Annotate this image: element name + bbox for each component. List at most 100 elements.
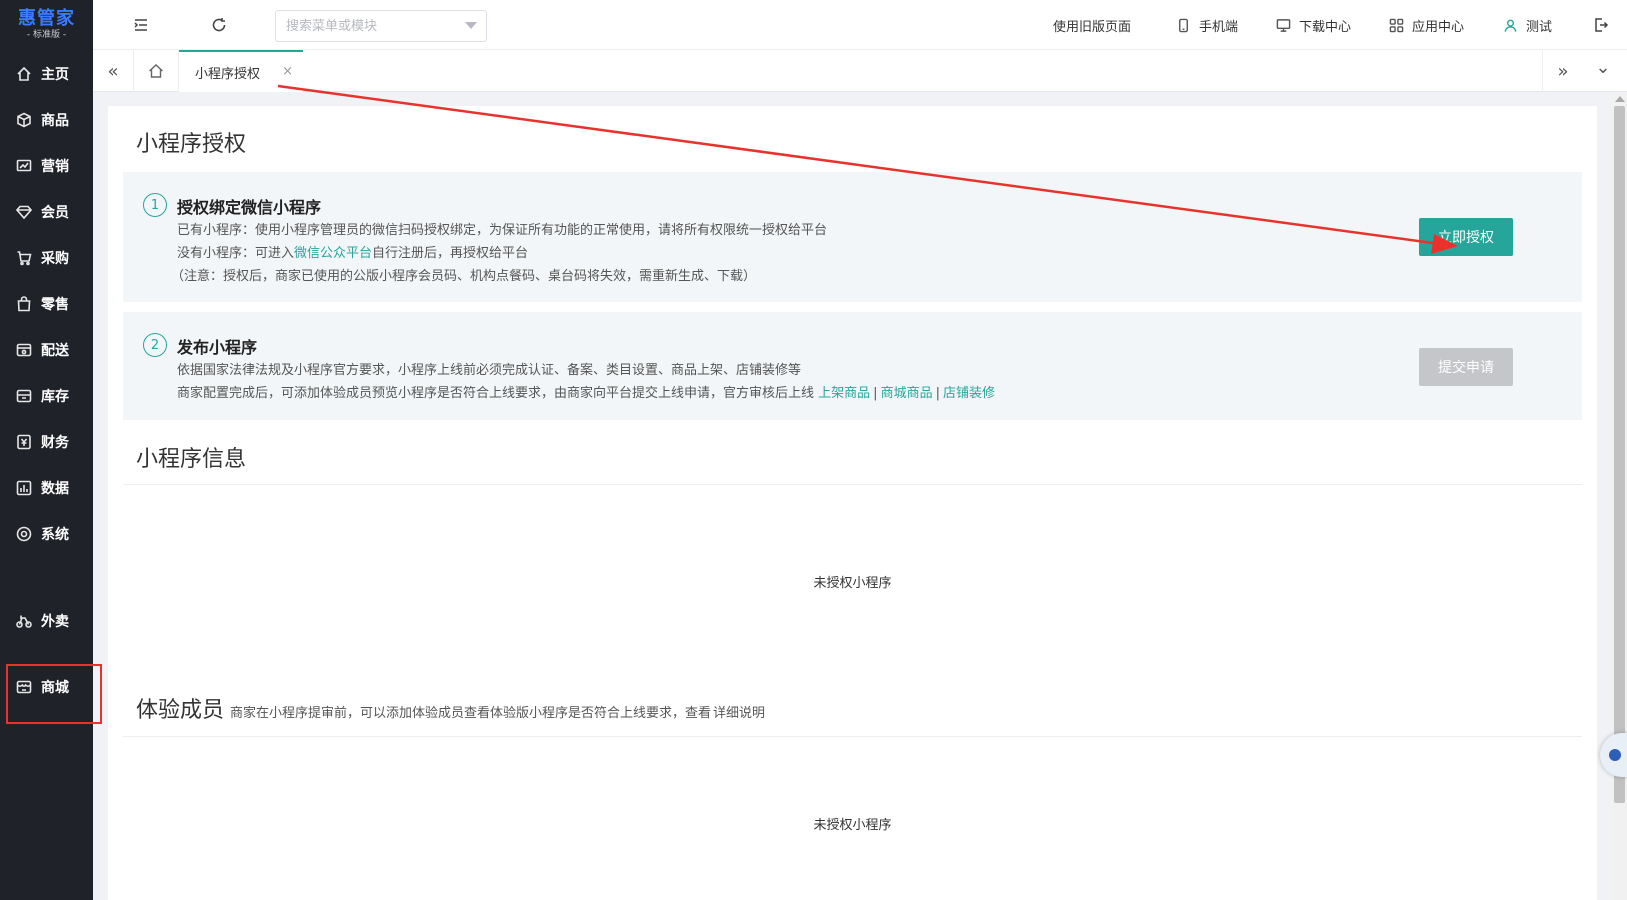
submit-application-button: 提交申请 [1419,348,1513,386]
sidebar-item-system[interactable]: 系统 [0,514,93,554]
logo-edition: - 标准版 - [26,30,67,40]
menu-fold-icon[interactable] [133,17,149,33]
sidebar-item-retail[interactable]: 零售 [0,284,93,324]
sidebar-item-label: 会员 [41,205,69,221]
experience-members-desc: 商家在小程序提审前，可以添加体验成员查看体验版小程序是否符合上线要求，查看 [230,706,712,721]
floating-assistant-button[interactable] [1600,733,1627,777]
tab-scroll-left-button[interactable]: « [93,50,133,92]
chevron-down-icon[interactable] [465,22,477,29]
close-icon[interactable]: × [282,64,293,79]
step2-title: 发布小程序 [177,338,258,357]
app-center-label: 应用中心 [1412,19,1465,35]
diamond-icon [16,205,32,220]
step2-line1: 依据国家法律法规及小程序官方要求，小程序上线前必须完成认证、备案、类目设置、商品… [177,363,802,378]
refresh-icon[interactable] [211,17,227,33]
tab-label: 小程序授权 [195,66,261,82]
sidebar-item-marketing[interactable]: 营销 [0,146,93,186]
step2-line2-prefix: 商家配置完成后，可添加体验成员预览小程序是否符合上线要求，由商家向平台提交上线申… [177,386,815,401]
step-publish-panel: 2 发布小程序 依据国家法律法规及小程序官方要求，小程序上线前必须完成认证、备案… [123,312,1582,420]
annotation-highlight-box [6,664,102,724]
sidebar-item-member[interactable]: 会员 [0,192,93,232]
sidebar-item-label: 配送 [41,343,69,359]
chevron-down-icon: ⌄ [1595,56,1611,78]
authorize-now-button[interactable]: 立即授权 [1419,218,1513,256]
sidebar-item-label: 主页 [41,67,69,83]
chart-icon [16,159,32,172]
settings-icon [16,526,32,542]
sidebar-item-takeout[interactable]: 外卖 [0,601,93,641]
bag-icon [17,296,31,312]
info-empty-state: 未授权小程序 [813,576,892,591]
apps-icon [1389,18,1404,32]
step1-line2-prefix: 没有小程序：可进入 [177,246,295,261]
home-icon [17,66,31,81]
page-title: 小程序授权 [136,132,247,157]
mobile-icon [1179,18,1188,32]
sidebar-item-inventory[interactable]: 库存 [0,376,93,416]
finance-icon [17,434,31,450]
download-center-label: 下载中心 [1299,19,1352,35]
sidebar-item-label: 营销 [41,159,69,175]
step2-line2: 商家配置完成后，可添加体验成员预览小程序是否符合上线要求，由商家向平台提交上线申… [177,382,995,401]
tab-miniprogram-auth[interactable]: 小程序授权 × [179,50,303,92]
link-separator: | [935,386,940,401]
sidebar-item-label: 商品 [41,113,69,129]
sidebar-item-data[interactable]: 数据 [0,468,93,508]
mall-goods-link[interactable]: 商城商品 [881,386,933,401]
step-number-2: 2 [143,333,167,357]
old-version-label: 使用旧版页面 [1053,19,1132,35]
step1-line2: 没有小程序：可进入微信公众平台自行注册后，再授权给平台 [177,242,528,261]
sidebar-item-label: 零售 [41,297,69,313]
main-content: 小程序授权 1 授权绑定微信小程序 已有小程序：使用小程序管理员的微信扫码授权绑… [108,106,1597,900]
store-decoration-link[interactable]: 店铺装修 [943,386,995,401]
logo[interactable]: 惠管家 - 标准版 - [0,0,93,50]
sidebar-item-label: 财务 [41,435,69,451]
mobile-link[interactable]: 手机端 [1176,0,1238,50]
step1-title: 授权绑定微信小程序 [177,198,322,217]
divider [123,736,1582,737]
delivery-icon [16,343,32,357]
download-center-link[interactable]: 下载中心 [1276,0,1351,50]
user-name: 测试 [1526,19,1553,35]
sidebar-item-home[interactable]: 主页 [0,54,93,94]
user-menu[interactable]: 测试 [1503,0,1552,50]
divider [123,484,1582,485]
search-input[interactable] [275,10,487,42]
logout-icon[interactable] [1593,17,1609,33]
double-chevron-left-icon: « [107,60,119,82]
sidebar-item-label: 外卖 [41,614,69,630]
sidebar-item-label: 采购 [41,251,69,267]
box-icon [17,112,31,128]
top-header: 使用旧版页面 手机端 下载中心 应用中心 测试 [93,0,1627,50]
home-icon [149,64,163,78]
link-separator: | [873,386,878,401]
bike-icon [16,615,32,628]
miniprogram-info-title: 小程序信息 [136,447,247,472]
app-center-link[interactable]: 应用中心 [1389,0,1464,50]
old-version-link[interactable]: 使用旧版页面 [1053,0,1131,50]
tab-home[interactable] [133,50,179,92]
tab-bar: « 小程序授权 × » ⌄ [93,50,1627,92]
sidebar-item-label: 库存 [41,389,69,405]
user-icon [1504,19,1517,32]
step-authorize-panel: 1 授权绑定微信小程序 已有小程序：使用小程序管理员的微信扫码授权绑定，为保证所… [123,172,1582,302]
scroll-up-arrow-icon[interactable] [1615,96,1625,102]
sidebar-item-delivery[interactable]: 配送 [0,330,93,370]
step-number-1: 1 [143,193,167,217]
bar-chart-icon [16,480,32,496]
sidebar-item-finance[interactable]: 财务 [0,422,93,462]
scrollbar-thumb[interactable] [1614,106,1625,803]
logo-text: 惠管家 [18,8,75,29]
tab-more-button[interactable]: ⌄ [1583,46,1623,88]
sidebar-item-goods[interactable]: 商品 [0,100,93,140]
step1-line1: 已有小程序：使用小程序管理员的微信扫码授权绑定，为保证所有功能的正常使用，请将所… [177,223,828,238]
wechat-platform-link[interactable]: 微信公众平台 [294,246,372,261]
tab-scroll-right-button[interactable]: » [1543,50,1583,92]
sidebar-item-label: 系统 [41,527,69,543]
cart-icon [17,251,32,266]
monitor-icon [1276,18,1291,32]
sidebar-item-purchase[interactable]: 采购 [0,238,93,278]
list-goods-link[interactable]: 上架商品 [818,386,870,401]
experience-members-title: 体验成员 [136,698,225,723]
detail-explanation-link[interactable]: 详细说明 [713,706,765,721]
